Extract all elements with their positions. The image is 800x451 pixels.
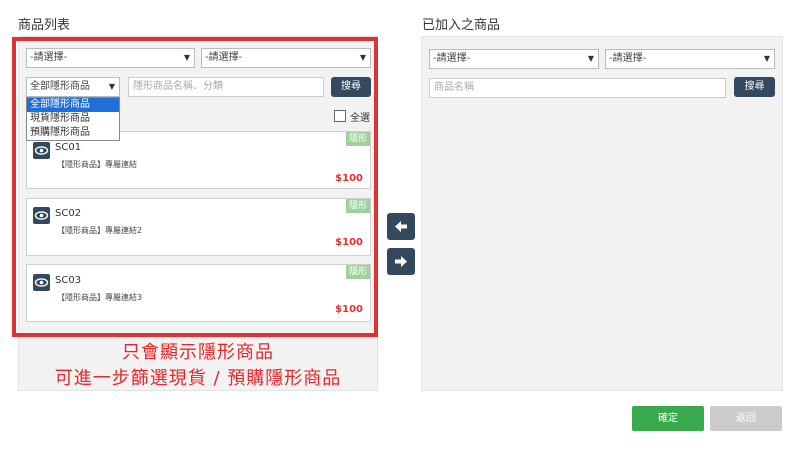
added-category-select-2[interactable]: -請選擇- ▼	[605, 49, 775, 69]
move-right-button[interactable]	[387, 248, 415, 275]
added-search-input-placeholder: 商品名稱	[434, 82, 474, 93]
move-left-button[interactable]	[387, 213, 415, 240]
product-list-title: 商品列表	[18, 18, 71, 33]
added-search-button[interactable]: 搜尋	[734, 77, 775, 97]
added-products-title: 已加入之商品	[422, 18, 501, 33]
arrow-right-icon	[395, 256, 407, 267]
highlight-box	[12, 37, 378, 337]
chevron-down-icon: ▼	[763, 54, 770, 63]
added-search-input[interactable]: 商品名稱	[429, 78, 726, 98]
added-category-select-1[interactable]: -請選擇- ▼	[429, 49, 599, 69]
added-category-select-2-value: -請選擇-	[609, 53, 647, 64]
confirm-button[interactable]: 確定	[632, 406, 704, 431]
chevron-down-icon: ▼	[587, 54, 594, 63]
added-category-select-1-value: -請選擇-	[433, 53, 471, 64]
annotation-line-2: 可進一步篩選現貨 / 預購隱形商品	[54, 368, 342, 389]
back-button[interactable]: 返回	[710, 406, 782, 431]
annotation-line-1: 只會顯示隱形商品	[122, 342, 274, 363]
arrow-left-icon	[395, 221, 407, 232]
